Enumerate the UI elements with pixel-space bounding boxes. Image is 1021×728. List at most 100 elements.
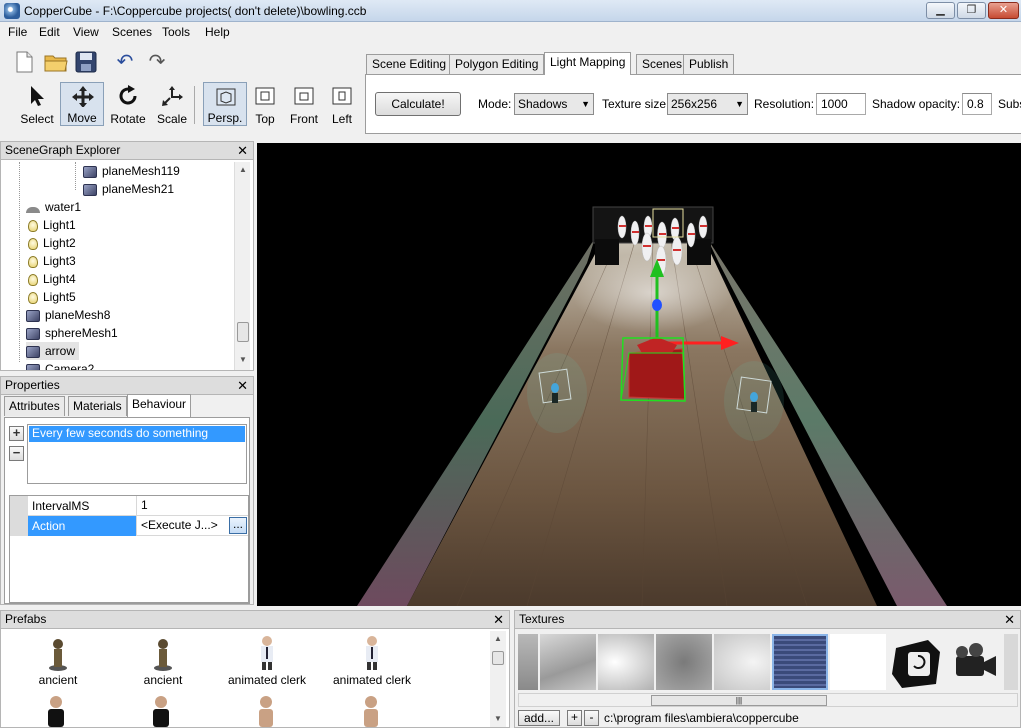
close-icon[interactable]: ✕ [493, 611, 504, 628]
tree-item-selected[interactable]: arrow [26, 342, 80, 360]
tree-item[interactable]: Light4 [26, 270, 76, 288]
property-value-input[interactable]: 1 [136, 496, 248, 516]
menu-view[interactable]: View [73, 25, 99, 39]
mode-select[interactable]: Shadows ▼ [514, 93, 594, 115]
tab-attributes[interactable]: Attributes [4, 396, 65, 416]
calculate-button[interactable]: Calculate! [375, 92, 461, 116]
texture-thumbnail-selected[interactable] [772, 634, 828, 690]
texture-size-label: Texture size: [602, 97, 670, 111]
close-icon[interactable]: ✕ [1004, 611, 1015, 628]
scroll-up-icon[interactable]: ▲ [235, 162, 251, 178]
tree-item[interactable]: planeMesh21 [83, 180, 174, 198]
menu-scenes[interactable]: Scenes [112, 25, 152, 39]
scroll-thumb[interactable] [492, 651, 504, 665]
tab-publish[interactable]: Publish [683, 54, 735, 74]
scroll-down-icon[interactable]: ▼ [235, 352, 251, 368]
subs-label: Subs [998, 97, 1021, 111]
scroll-thumb[interactable] [237, 322, 249, 342]
tree-item[interactable]: Light2 [26, 234, 76, 252]
edit-action-button[interactable]: ... [229, 517, 247, 534]
prefabs-scrollbar[interactable]: ▲ ▼ [490, 631, 506, 727]
select-tool-button[interactable]: Select [15, 82, 59, 126]
new-file-button[interactable] [12, 50, 36, 74]
prefab-item[interactable]: animated clerk [222, 633, 312, 687]
menu-edit[interactable]: Edit [39, 25, 60, 39]
tree-item[interactable]: planeMesh8 [26, 306, 110, 324]
scenegraph-title: SceneGraph Explorer [5, 143, 121, 157]
tab-label: Light Mapping [550, 55, 626, 69]
redo-button[interactable]: ↷ [145, 50, 169, 74]
texture-thumbnail[interactable] [540, 634, 596, 690]
view-perspective-button[interactable]: Persp. [203, 82, 247, 126]
shadow-opacity-input[interactable]: 0.8 [962, 93, 992, 115]
property-value-input[interactable]: <Execute J...> ... [136, 516, 248, 536]
add-texture-button[interactable]: add... [518, 710, 560, 726]
tree-item[interactable]: Light1 [26, 216, 76, 234]
resolution-label: Resolution: [754, 97, 815, 111]
texture-thumbnail[interactable] [656, 634, 712, 690]
tree-item[interactable]: water1 [26, 198, 81, 216]
tab-materials[interactable]: Materials [68, 396, 127, 416]
close-window-button[interactable]: ✕ [988, 2, 1019, 19]
tab-scene-editing[interactable]: Scene Editing [366, 54, 453, 74]
add-behaviour-button[interactable]: + [9, 426, 24, 441]
texture-thumbnail[interactable] [830, 634, 886, 690]
texture-thumbnail[interactable] [598, 634, 654, 690]
left-view-icon [332, 87, 352, 105]
property-row: IntervalMS 1 [10, 496, 248, 516]
scale-tool-button[interactable]: Scale [150, 82, 194, 126]
close-icon[interactable]: ✕ [237, 142, 248, 159]
tree-item[interactable]: sphereMesh1 [26, 324, 118, 342]
prefab-item[interactable]: ancient [13, 633, 103, 687]
prefab-item[interactable]: animated clerk [327, 633, 417, 687]
minimize-button[interactable]: ▁ [926, 2, 955, 19]
cube-icon [26, 309, 40, 322]
tree-item[interactable]: Camera2 [26, 360, 94, 370]
tree-item[interactable]: Light5 [26, 288, 76, 306]
texture-thumbnail[interactable] [714, 634, 770, 690]
textures-scrollbar[interactable]: ||| [518, 693, 1018, 707]
view-left-button[interactable]: Left [320, 82, 364, 126]
texture-thumbnail[interactable] [888, 634, 944, 690]
scroll-down-icon[interactable]: ▼ [490, 711, 506, 727]
tab-scenes[interactable]: Scenes [636, 54, 689, 74]
tree-item[interactable]: planeMesh119 [83, 162, 180, 180]
tab-polygon-editing[interactable]: Polygon Editing [449, 54, 545, 74]
undo-button[interactable]: ↶ [113, 50, 137, 74]
zoom-out-button[interactable]: - [584, 710, 599, 726]
texture-thumbnail[interactable] [518, 634, 538, 690]
maximize-button[interactable]: ❐ [957, 2, 986, 19]
open-folder-button[interactable] [43, 50, 68, 74]
rotate-tool-button[interactable]: Rotate [106, 82, 150, 126]
perspective-view-icon [216, 88, 236, 106]
menu-file[interactable]: File [8, 25, 27, 39]
minimize-icon: ▁ [936, 4, 945, 16]
tree-item[interactable]: Light3 [26, 252, 76, 270]
remove-behaviour-button[interactable]: − [9, 446, 24, 461]
scroll-up-icon[interactable]: ▲ [490, 631, 506, 647]
mode-value: Shadows [518, 97, 568, 111]
save-button[interactable] [74, 50, 98, 74]
behaviour-item-selected[interactable]: Every few seconds do something [29, 426, 245, 442]
tab-label: Scene Editing [372, 57, 447, 71]
move-tool-button[interactable]: Move [60, 82, 104, 126]
zoom-in-button[interactable]: + [567, 710, 582, 726]
open-folder-icon [44, 55, 68, 72]
texture-thumbnail[interactable] [946, 634, 1002, 690]
tab-behaviour[interactable]: Behaviour [127, 394, 192, 417]
close-icon[interactable]: ✕ [237, 377, 248, 394]
scenegraph-scrollbar[interactable]: ▲ ▼ [234, 162, 250, 370]
view-top-button[interactable]: Top [243, 82, 287, 126]
scroll-thumb[interactable]: ||| [651, 695, 827, 706]
tab-light-mapping[interactable]: Light Mapping [544, 52, 632, 75]
texture-size-select[interactable]: 256x256 ▼ [667, 93, 748, 115]
texture-thumbnail[interactable] [1004, 634, 1018, 690]
prefab-label: animated clerk [332, 673, 412, 687]
3d-viewport[interactable] [257, 143, 1021, 606]
prefab-item[interactable]: ancient [118, 633, 208, 687]
menu-help[interactable]: Help [205, 25, 230, 39]
resolution-input[interactable]: 1000 [816, 93, 866, 115]
menu-tools[interactable]: Tools [162, 25, 190, 39]
scenegraph-tree: planeMesh119 planeMesh21 water1 Light1 L… [1, 162, 235, 370]
light-mapping-ribbon: Calculate! Mode: Shadows ▼ Texture size:… [365, 74, 1021, 134]
